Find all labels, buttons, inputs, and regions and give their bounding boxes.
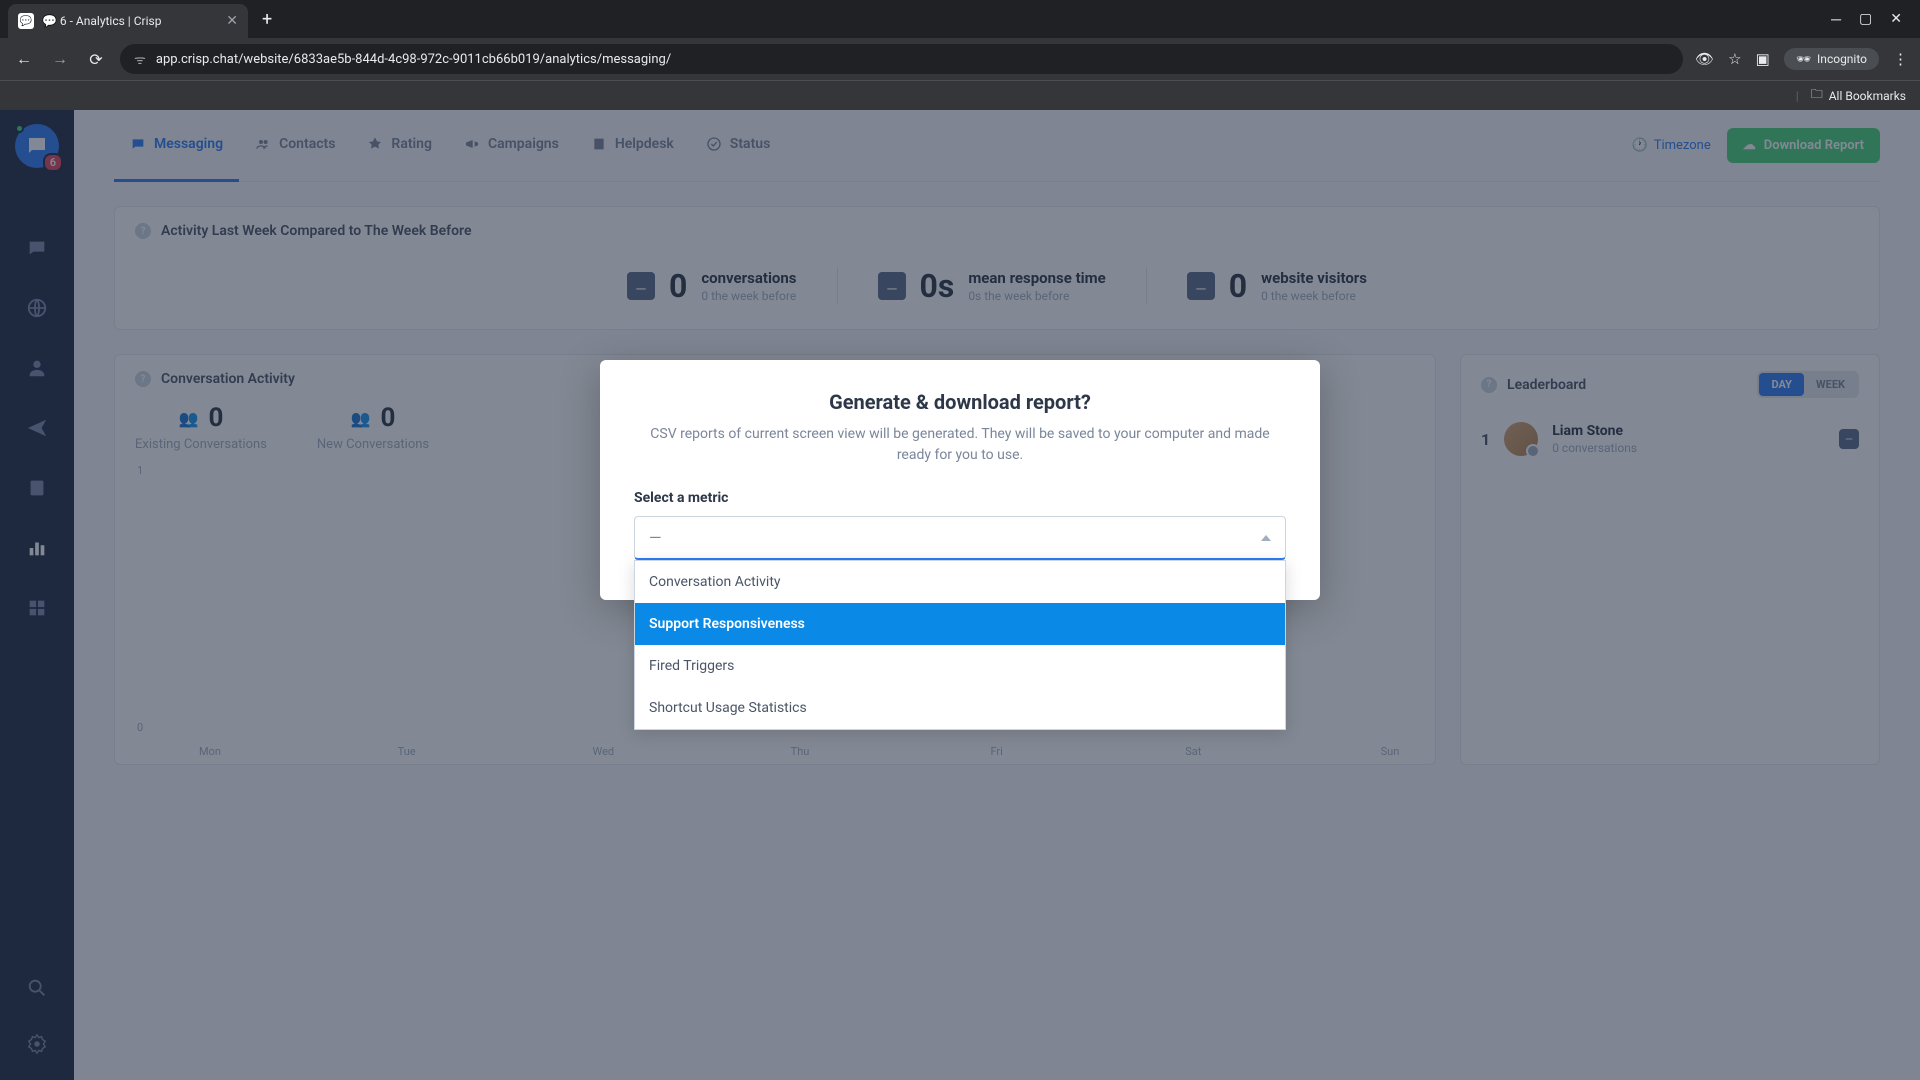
tab-title: 💬 6 - Analytics | Crisp [42,14,218,28]
select-metric-label: Select a metric [634,490,1286,506]
modal-description: CSV reports of current screen view will … [634,424,1286,466]
incognito-label: Incognito [1817,52,1867,66]
bookmarks-bar: | 🗀 All Bookmarks [0,80,1920,110]
option-conversation-activity[interactable]: Conversation Activity [635,561,1285,603]
window-close-icon[interactable]: ✕ [1890,11,1902,28]
nav-forward-icon: → [48,49,72,69]
url-text: app.crisp.chat/website/6833ae5b-844d-4c9… [156,52,671,67]
window-maximize-icon[interactable]: ▢ [1859,11,1872,28]
option-fired-triggers[interactable]: Fired Triggers [635,645,1285,687]
window-minimize-icon[interactable]: ─ [1831,11,1841,28]
close-tab-icon[interactable]: ✕ [226,13,238,29]
select-value: — [649,528,662,547]
sidepanel-icon[interactable]: ▣ [1756,50,1770,68]
download-report-modal: Generate & download report? CSV reports … [600,360,1320,600]
tab-favicon-icon: 💬 [18,13,34,29]
modal-title: Generate & download report? [634,390,1286,414]
metric-dropdown: Conversation Activity Support Responsive… [634,560,1286,730]
nav-back-icon[interactable]: ← [12,49,36,69]
incognito-badge[interactable]: 🕶 Incognito [1784,48,1879,70]
browser-tab[interactable]: 💬 💬 6 - Analytics | Crisp ✕ [8,4,248,38]
eye-off-icon[interactable]: 👁 [1695,50,1714,68]
bookmark-star-icon[interactable]: ☆ [1728,50,1741,68]
folder-icon: 🗀 [1811,85,1823,106]
browser-menu-icon[interactable]: ⋮ [1893,50,1908,68]
site-info-icon[interactable]: ᯤ [134,50,146,68]
modal-overlay[interactable]: Generate & download report? CSV reports … [0,110,1920,1080]
browser-tab-strip: 💬 💬 6 - Analytics | Crisp ✕ + ─ ▢ ✕ [0,0,1920,38]
browser-toolbar: ← → ⟳ ᯤ app.crisp.chat/website/6833ae5b-… [0,38,1920,80]
nav-reload-icon[interactable]: ⟳ [84,50,108,69]
new-tab-button[interactable]: + [248,9,286,30]
window-controls: ─ ▢ ✕ [1813,11,1920,28]
option-shortcut-usage[interactable]: Shortcut Usage Statistics [635,687,1285,729]
metric-select[interactable]: — [634,516,1286,560]
caret-up-icon [1261,535,1271,541]
option-support-responsiveness[interactable]: Support Responsiveness [635,603,1285,645]
url-bar[interactable]: ᯤ app.crisp.chat/website/6833ae5b-844d-4… [120,44,1683,74]
all-bookmarks-button[interactable]: 🗀 All Bookmarks [1811,85,1906,106]
all-bookmarks-label: All Bookmarks [1829,89,1906,103]
incognito-icon: 🕶 [1796,52,1811,66]
